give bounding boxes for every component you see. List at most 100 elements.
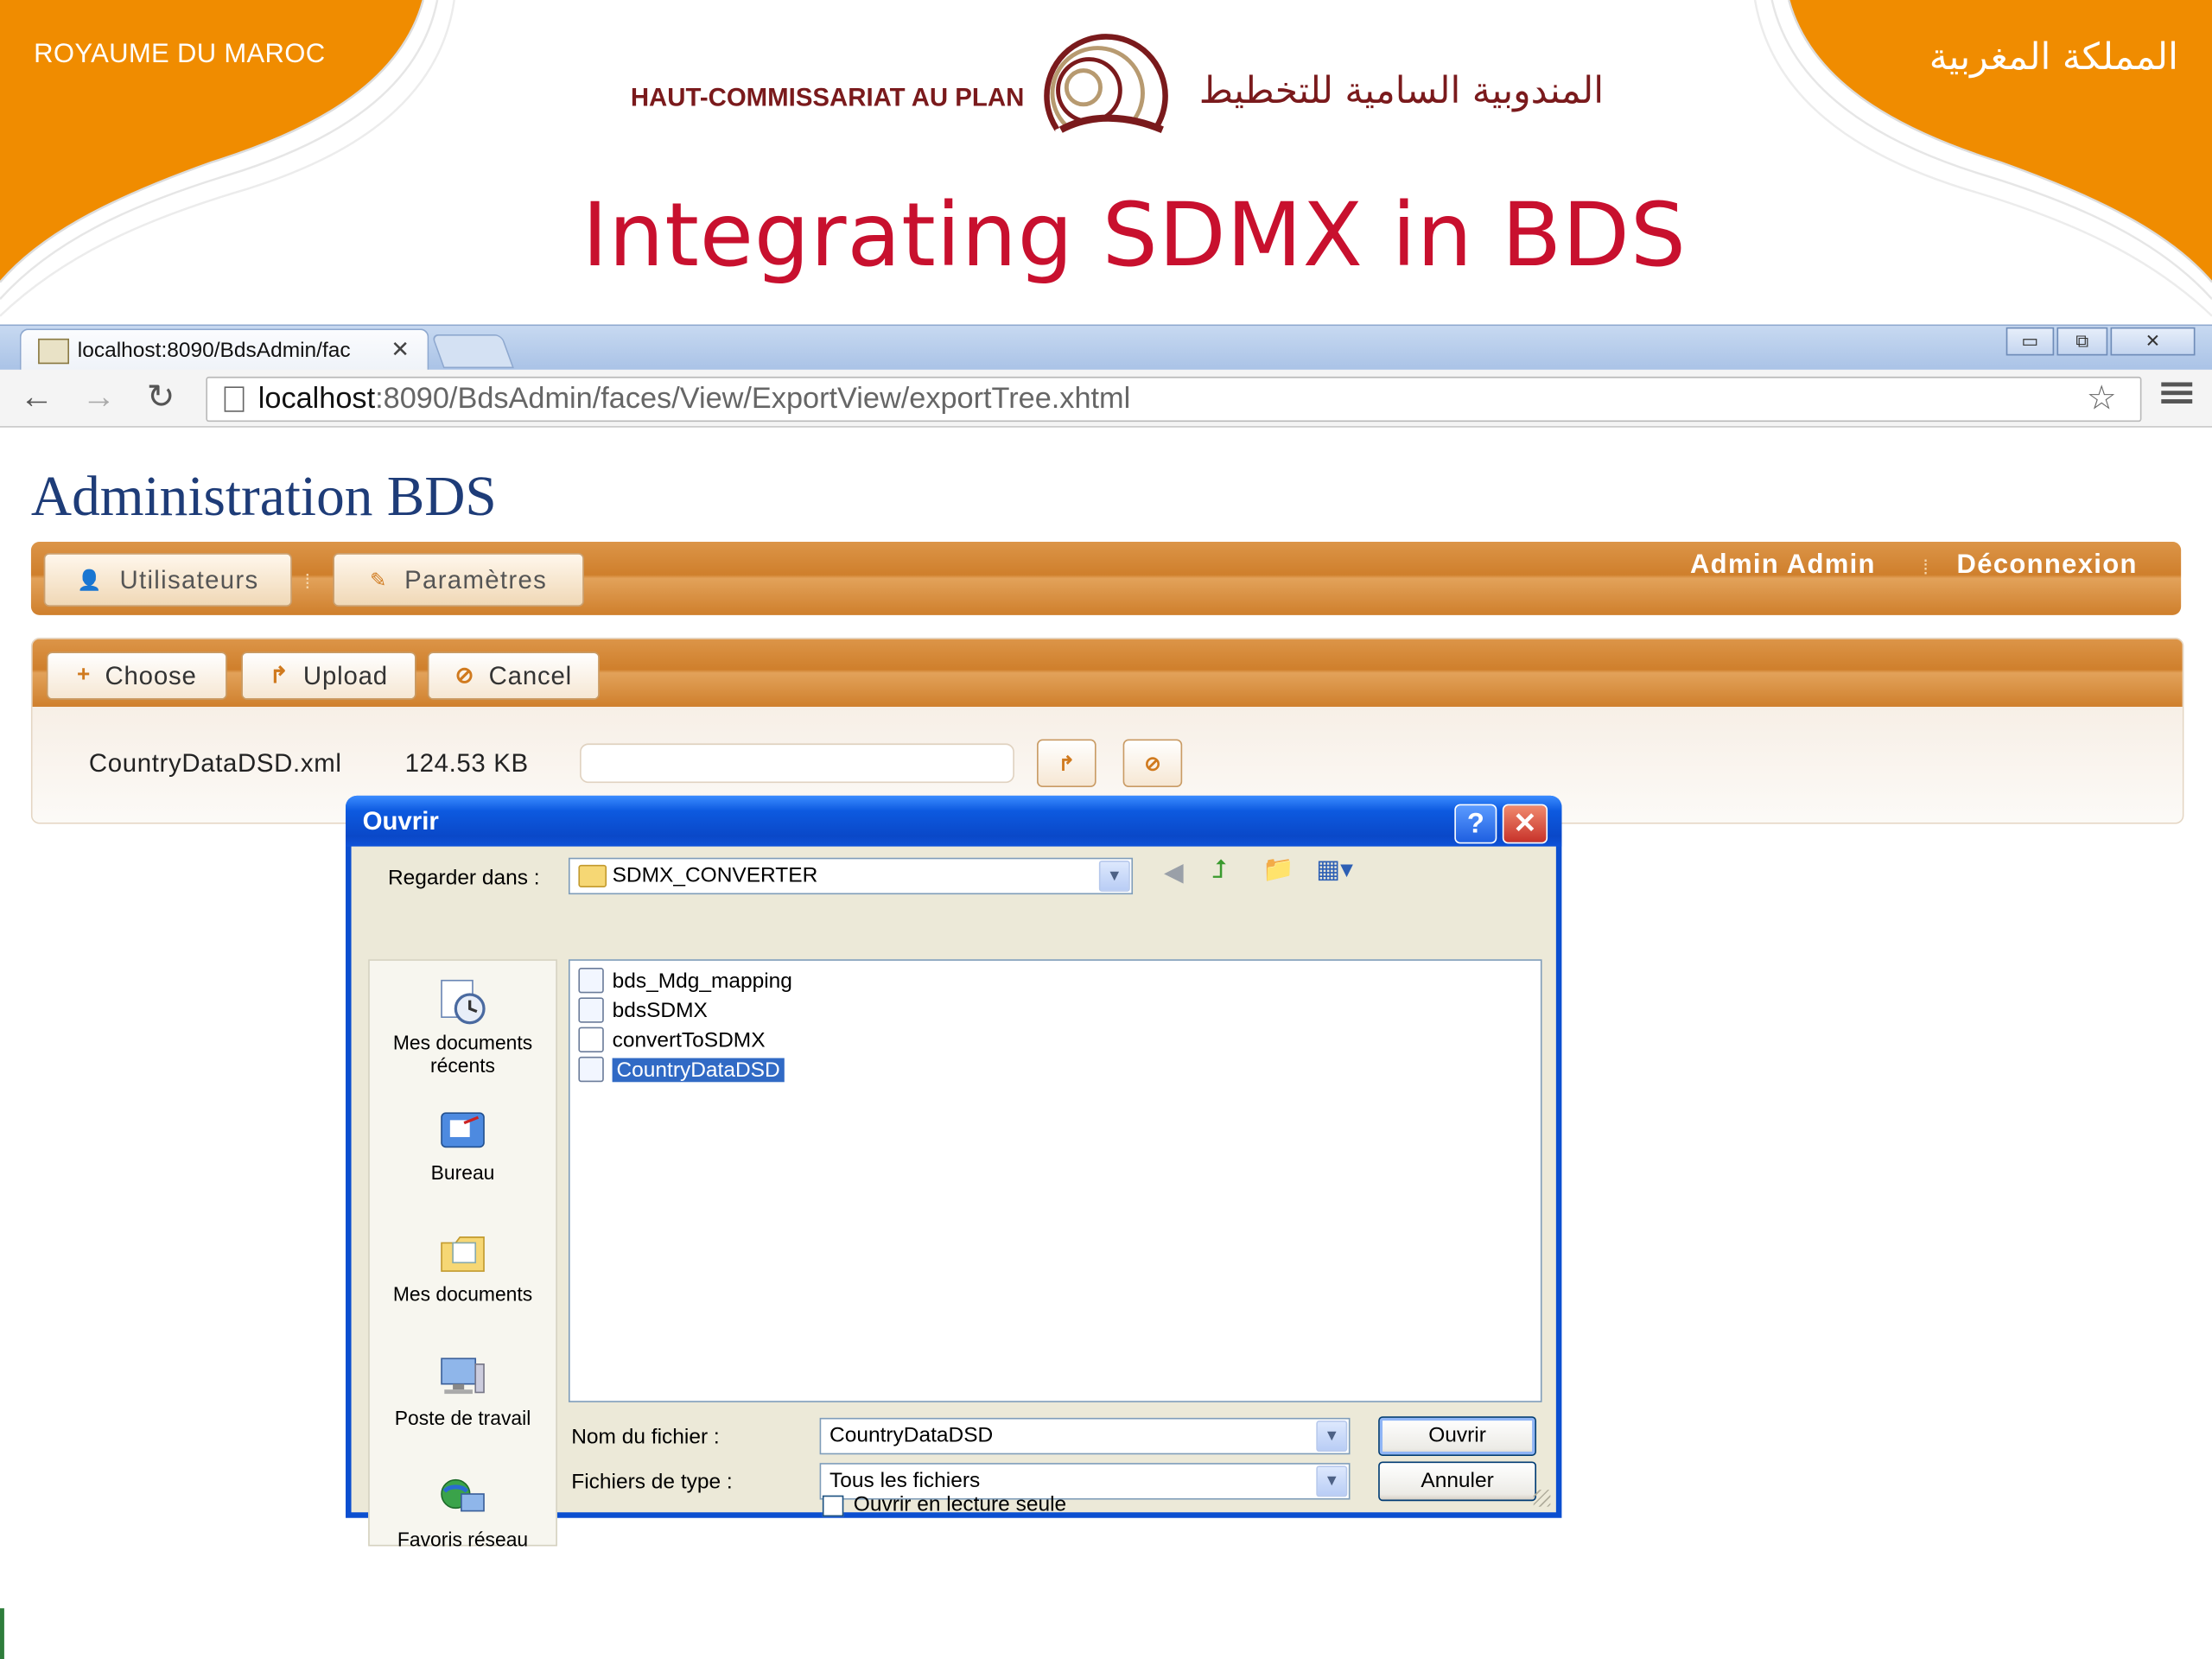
plus-icon: +: [77, 663, 92, 688]
slide-title: Integrating SDMX in BDS: [582, 183, 1687, 287]
dialog-body: Regarder dans : SDMX_CONVERTER ▼ ◀ ⮥ 📁 ▦…: [351, 846, 1556, 1550]
places-bar: Mes documents récents Bureau Mes documen…: [368, 959, 557, 1550]
tab-close-icon[interactable]: ✕: [391, 336, 410, 365]
menu-item-label: Paramètres: [404, 564, 548, 594]
look-in-dropdown[interactable]: SDMX_CONVERTER ▼: [568, 857, 1134, 895]
new-tab-button[interactable]: [431, 334, 514, 369]
place-my-documents[interactable]: Mes documents: [370, 1229, 556, 1305]
upload-file-size: 124.53 KB: [404, 748, 529, 778]
recent-documents-icon: [441, 979, 486, 1025]
file-list[interactable]: bds_Mdg_mapping bdsSDMX convertToSDMX Co…: [568, 959, 1542, 1402]
browser-file-icon: [578, 997, 604, 1023]
chevron-down-icon[interactable]: ▼: [1098, 860, 1130, 892]
place-my-computer[interactable]: Poste de travail: [370, 1353, 556, 1429]
menu-item-label: Utilisateurs: [119, 564, 259, 594]
minimize-window-button[interactable]: ▭: [2005, 327, 2055, 356]
favicon-icon: [38, 338, 70, 365]
place-network[interactable]: Favoris réseau: [370, 1474, 556, 1550]
file-name: convertToSDMX: [612, 1027, 766, 1052]
filename-value: CountryDataDSD: [830, 1423, 994, 1448]
upload-arrow-icon: ↱: [1058, 752, 1075, 775]
up-folder-icon[interactable]: ⮥: [1211, 855, 1226, 884]
my-computer-icon: [441, 1357, 485, 1395]
browser-file-icon: [578, 968, 604, 994]
organization-name-french: HAUT-COMMISSARIAT AU PLAN: [630, 83, 1025, 111]
list-item-selected[interactable]: CountryDataDSD: [578, 1055, 785, 1084]
help-button[interactable]: ?: [1454, 804, 1497, 844]
file-name: bdsSDMX: [612, 998, 708, 1022]
reload-icon[interactable]: ↻: [141, 378, 181, 418]
back-arrow-icon[interactable]: ←: [17, 378, 57, 418]
upload-file-button[interactable]: ↱: [1037, 739, 1096, 788]
open-file-dialog: Ouvrir ? ✕ Regarder dans : SDMX_CONVERTE…: [346, 795, 1562, 1550]
page-icon: [224, 386, 245, 412]
desktop-icon: [441, 1112, 485, 1148]
filetype-value: Tous les fichiers: [830, 1468, 981, 1493]
dialog-close-button[interactable]: ✕: [1502, 804, 1548, 844]
browser-file-icon: [578, 1056, 604, 1083]
slide-banner: ROYAUME DU MAROC المملكة المغربية HAUT-C…: [0, 0, 2212, 327]
dialog-titlebar[interactable]: Ouvrir ? ✕: [346, 795, 1562, 847]
close-window-button[interactable]: ✕: [2110, 327, 2196, 356]
slide-edge-marker: [0, 1608, 4, 1659]
filename-label: Nom du fichier :: [571, 1425, 720, 1449]
browser-toolbar: ← → ↻ localhost:8090/BdsAdmin/faces/View…: [0, 369, 2212, 428]
filename-input[interactable]: CountryDataDSD ▼: [819, 1417, 1351, 1455]
remove-file-button[interactable]: ⊘: [1122, 739, 1183, 788]
upload-label: Upload: [302, 660, 388, 690]
list-item[interactable]: bdsSDMX: [578, 996, 708, 1025]
cancel-label: Cancel: [488, 660, 573, 690]
wrench-icon: ✎: [370, 568, 388, 591]
menu-item-utilisateurs[interactable]: 👤 Utilisateurs: [43, 553, 292, 607]
window-file-icon: [578, 1027, 604, 1052]
dialog-cancel-button[interactable]: Annuler: [1378, 1461, 1537, 1502]
restore-window-button[interactable]: ⧉: [2056, 327, 2108, 356]
look-in-value: SDMX_CONVERTER: [612, 863, 818, 887]
browser-tab[interactable]: localhost:8090/BdsAdmin/fac ✕: [19, 328, 429, 373]
upload-button[interactable]: ↱ Upload: [241, 652, 416, 700]
open-button[interactable]: Ouvrir: [1378, 1416, 1537, 1456]
user-icon: 👤: [77, 568, 103, 591]
place-label: Poste de travail: [394, 1406, 531, 1429]
forward-arrow-icon[interactable]: →: [79, 378, 118, 418]
current-user-link[interactable]: Admin Admin: [1690, 550, 1876, 582]
view-menu-icon[interactable]: ▦▾: [1316, 855, 1353, 884]
resize-grip[interactable]: [1533, 1490, 1551, 1507]
star-icon[interactable]: ☆: [2087, 378, 2117, 419]
place-label: Mes documents: [392, 1282, 533, 1306]
url-text: localhost:8090/BdsAdmin/faces/View/Expor…: [258, 382, 1130, 416]
upload-progress-bar: [580, 743, 1014, 784]
kingdom-name-french: ROYAUME DU MAROC: [34, 39, 326, 70]
place-label: Mes documents récents: [392, 1031, 533, 1077]
my-documents-icon: [441, 1236, 485, 1272]
page-title: Administration BDS: [30, 464, 497, 528]
place-desktop[interactable]: Bureau: [370, 1108, 556, 1184]
list-item[interactable]: convertToSDMX: [578, 1026, 766, 1054]
upload-toolbar: + Choose ↱ Upload ⊘ Cancel: [32, 639, 2183, 707]
folder-icon: [578, 864, 607, 887]
upload-arrow-icon: ↱: [269, 664, 289, 689]
chevron-down-icon[interactable]: ▼: [1316, 1421, 1348, 1452]
place-recent-documents[interactable]: Mes documents récents: [370, 977, 556, 1077]
tab-title: localhost:8090/BdsAdmin/fac: [77, 338, 351, 363]
organization-name-arabic: المندوبية السامية للتخطيط: [1198, 70, 1604, 113]
menu-separator: ⁞: [1923, 556, 1929, 579]
hcp-logo: [1044, 34, 1168, 162]
logout-link[interactable]: Déconnexion: [1957, 550, 2138, 582]
new-folder-icon[interactable]: 📁: [1262, 855, 1294, 884]
cancel-button[interactable]: ⊘ Cancel: [427, 652, 600, 700]
address-bar[interactable]: localhost:8090/BdsAdmin/faces/View/Expor…: [206, 376, 2142, 423]
kingdom-name-arabic: المملكة المغربية: [1929, 36, 2178, 79]
place-label: Bureau: [430, 1160, 495, 1184]
look-in-label: Regarder dans :: [387, 866, 540, 891]
back-circle-icon[interactable]: ◀: [1164, 858, 1184, 887]
list-item[interactable]: bds_Mdg_mapping: [578, 966, 792, 995]
menu-icon[interactable]: [2161, 378, 2193, 408]
chevron-down-icon[interactable]: ▼: [1316, 1465, 1348, 1497]
choose-button[interactable]: + Choose: [46, 652, 227, 700]
menu-item-parametres[interactable]: ✎ Paramètres: [333, 553, 584, 607]
readonly-checkbox[interactable]: [822, 1495, 844, 1517]
screenshot-stage: ROYAUME DU MAROC المملكة المغربية HAUT-C…: [0, 0, 2212, 1659]
upload-file-name: CountryDataDSD.xml: [88, 748, 342, 778]
menu-separator: ⁞: [304, 569, 311, 593]
